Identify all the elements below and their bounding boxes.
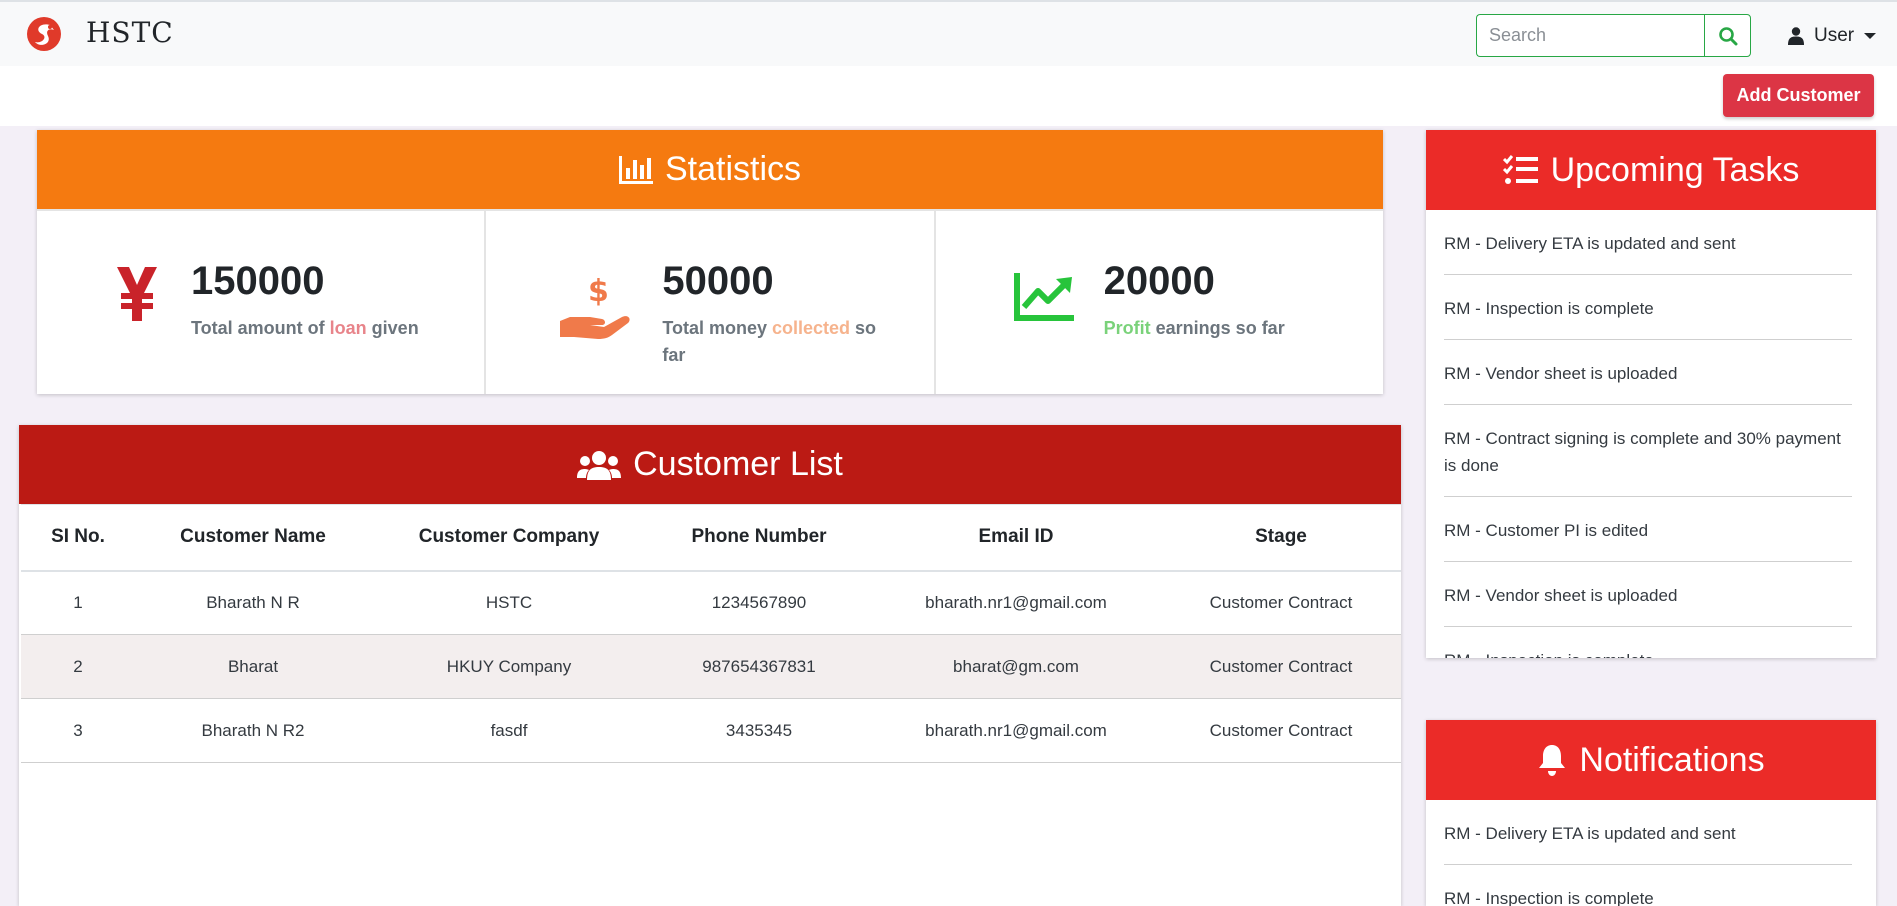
stat-label: Profit earnings so far [1103,318,1285,338]
table-row[interactable]: 3 Bharath N R2 fasdf 3435345 bharath.nr1… [21,698,1401,763]
tasks-icon [1502,155,1538,184]
stat-value: 20000 [1103,259,1215,303]
stat-value: 150000 [191,259,325,303]
table-cell: Customer Contract [1161,634,1401,699]
chart-bar-icon [618,155,653,184]
customer-list-card: Customer List SI No. Customer Name Custo… [19,425,1401,906]
table-row[interactable]: 2 Bharat HKUY Company 987654367831 bhara… [21,634,1401,699]
notification-list: RM - Delivery ETA is updated and sent RM… [1426,800,1876,906]
list-item[interactable]: RM - Delivery ETA is updated and sent [1444,210,1852,275]
user-icon [1788,27,1804,45]
column-header: Customer Name [135,504,371,572]
table-cell: fasdf [371,698,647,763]
table-cell: Customer Contract [1161,570,1401,635]
list-item[interactable]: RM - Inspection is complete [1444,275,1852,340]
list-item[interactable]: RM - Delivery ETA is updated and sent [1444,800,1852,865]
brand-logo-icon[interactable] [26,16,62,52]
column-header: Email ID [871,504,1161,572]
column-header: Customer Company [371,504,647,572]
upcoming-tasks-header: Upcoming Tasks [1426,130,1876,210]
table-cell: bharath.nr1@gmail.com [871,698,1161,763]
action-bar [0,66,1897,126]
add-customer-button[interactable]: Add Customer [1723,74,1874,117]
customer-list-header: Customer List [19,425,1401,504]
stat-value: 50000 [662,259,774,303]
search-form [1476,14,1751,57]
stat-label: Total amount of loan given [191,318,419,338]
chart-line-icon [1013,273,1074,321]
upcoming-tasks-card[interactable]: Upcoming Tasks RM - Delivery ETA is upda… [1426,130,1876,658]
customer-table: SI No. Customer Name Customer Company Ph… [21,504,1401,763]
bell-icon [1539,745,1566,776]
table-row[interactable]: 1 Bharath N R HSTC 1234567890 bharath.nr… [21,570,1401,635]
customer-list-title: Customer List [633,445,843,483]
table-header-row: SI No. Customer Name Customer Company Ph… [21,504,1401,572]
table-cell: 987654367831 [647,634,871,699]
task-list: RM - Delivery ETA is updated and sent RM… [1426,210,1876,658]
user-label: User [1814,25,1855,46]
statistics-card: Statistics 150000 Total amount of loan g… [37,130,1383,394]
table-cell: Bharath N R [135,570,371,635]
users-icon [577,450,622,480]
stat-profit: 20000 Profit earnings so far [935,209,1383,394]
column-header: Stage [1161,504,1401,572]
column-header: Phone Number [647,504,871,572]
hand-holding-dollar-icon: $ [560,275,630,339]
table-cell: bharat@gm.com [871,634,1161,699]
table-cell: HKUY Company [371,634,647,699]
table-cell: 2 [21,634,135,699]
search-button[interactable] [1704,14,1751,57]
column-header: SI No. [21,504,135,572]
table-cell: Customer Contract [1161,698,1401,763]
svg-text:$: $ [588,275,609,309]
list-item[interactable]: RM - Inspection is complete [1444,627,1852,658]
notifications-card[interactable]: Notifications RM - Delivery ETA is updat… [1426,720,1876,906]
navbar: HSTC User [0,0,1897,66]
list-item[interactable]: RM - Vendor sheet is uploaded [1444,340,1852,405]
list-item[interactable]: RM - Contract signing is complete and 30… [1444,405,1852,497]
chevron-down-icon [1864,33,1877,39]
upcoming-tasks-title: Upcoming Tasks [1550,150,1800,189]
list-item[interactable]: RM - Vendor sheet is uploaded [1444,562,1852,627]
table-cell: Bharath N R2 [135,698,371,763]
notifications-header: Notifications [1426,720,1876,800]
table-cell: 1 [21,570,135,635]
stat-loan-given: 150000 Total amount of loan given [37,209,487,394]
search-icon [1718,26,1737,45]
table-cell: HSTC [371,570,647,635]
yen-icon [117,267,157,321]
statistics-title: Statistics [664,150,802,188]
table-cell: 3435345 [647,698,871,763]
notifications-title: Notifications [1579,740,1765,779]
list-item[interactable]: RM - Inspection is complete [1444,865,1852,906]
table-cell: bharath.nr1@gmail.com [871,570,1161,635]
table-cell: 3 [21,698,135,763]
list-item[interactable]: RM - Customer PI is edited [1444,497,1852,562]
search-input[interactable] [1476,14,1704,57]
table-cell: Bharat [135,634,371,699]
table-cell: 1234567890 [647,570,871,635]
statistics-header: Statistics [37,130,1383,209]
stat-money-collected: $ 50000 Total money collected so far [486,209,936,394]
user-dropdown[interactable]: User [1788,22,1877,50]
brand-name[interactable]: HSTC [86,16,174,49]
stat-label: Total money collected so far [662,318,877,365]
